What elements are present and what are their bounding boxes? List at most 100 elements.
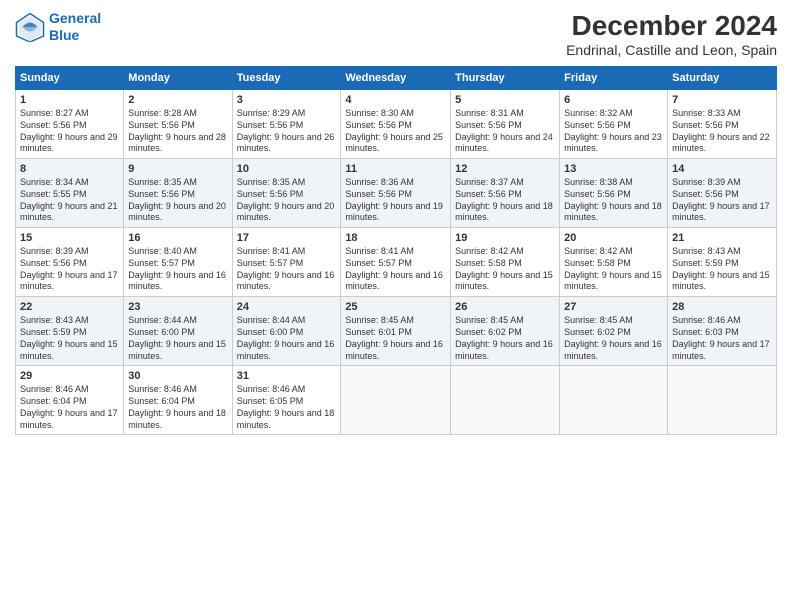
calendar-cell: 2 Sunrise: 8:28 AM Sunset: 5:56 PM Dayli… xyxy=(124,90,232,159)
main-title: December 2024 xyxy=(566,10,777,42)
logo-line2: Blue xyxy=(49,27,79,43)
day-number: 22 xyxy=(20,300,119,314)
day-number: 31 xyxy=(237,369,337,383)
calendar-cell: 16 Sunrise: 8:40 AM Sunset: 5:57 PM Dayl… xyxy=(124,228,232,297)
sunset-text: Sunset: 5:56 PM xyxy=(564,189,631,199)
sunset-text: Sunset: 5:56 PM xyxy=(672,120,739,130)
daylight-text: Daylight: 9 hours and 18 minutes. xyxy=(128,408,226,430)
sunrise-text: Sunrise: 8:39 AM xyxy=(20,246,89,256)
logo-line1: General xyxy=(49,10,101,26)
logo-text: General Blue xyxy=(49,10,101,44)
sunset-text: Sunset: 5:56 PM xyxy=(672,189,739,199)
day-number: 10 xyxy=(237,162,337,176)
calendar-cell: 1 Sunrise: 8:27 AM Sunset: 5:56 PM Dayli… xyxy=(16,90,124,159)
daylight-text: Daylight: 9 hours and 18 minutes. xyxy=(455,201,553,223)
daylight-text: Daylight: 9 hours and 16 minutes. xyxy=(455,339,553,361)
sunrise-text: Sunrise: 8:29 AM xyxy=(237,108,306,118)
sunrise-text: Sunrise: 8:33 AM xyxy=(672,108,741,118)
sunrise-text: Sunrise: 8:45 AM xyxy=(455,315,524,325)
sunrise-text: Sunrise: 8:44 AM xyxy=(237,315,306,325)
day-number: 8 xyxy=(20,162,119,176)
sunset-text: Sunset: 6:02 PM xyxy=(564,327,631,337)
calendar-cell: 13 Sunrise: 8:38 AM Sunset: 5:56 PM Dayl… xyxy=(560,159,668,228)
sunrise-text: Sunrise: 8:36 AM xyxy=(345,177,414,187)
day-number: 16 xyxy=(128,231,227,245)
sunset-text: Sunset: 6:04 PM xyxy=(128,396,195,406)
sunrise-text: Sunrise: 8:44 AM xyxy=(128,315,197,325)
day-number: 1 xyxy=(20,93,119,107)
calendar-week-row-4: 22 Sunrise: 8:43 AM Sunset: 5:59 PM Dayl… xyxy=(16,297,777,366)
day-number: 18 xyxy=(345,231,446,245)
calendar-cell: 17 Sunrise: 8:41 AM Sunset: 5:57 PM Dayl… xyxy=(232,228,341,297)
sunrise-text: Sunrise: 8:35 AM xyxy=(237,177,306,187)
day-number: 9 xyxy=(128,162,227,176)
sunrise-text: Sunrise: 8:41 AM xyxy=(345,246,414,256)
calendar-week-row-1: 1 Sunrise: 8:27 AM Sunset: 5:56 PM Dayli… xyxy=(16,90,777,159)
sunset-text: Sunset: 5:56 PM xyxy=(564,120,631,130)
day-number: 2 xyxy=(128,93,227,107)
daylight-text: Daylight: 9 hours and 23 minutes. xyxy=(564,132,662,154)
daylight-text: Daylight: 9 hours and 26 minutes. xyxy=(237,132,335,154)
calendar-cell: 20 Sunrise: 8:42 AM Sunset: 5:58 PM Dayl… xyxy=(560,228,668,297)
th-tuesday: Tuesday xyxy=(232,67,341,90)
sunset-text: Sunset: 6:02 PM xyxy=(455,327,522,337)
sunrise-text: Sunrise: 8:42 AM xyxy=(455,246,524,256)
th-sunday: Sunday xyxy=(16,67,124,90)
calendar-cell: 21 Sunrise: 8:43 AM Sunset: 5:59 PM Dayl… xyxy=(668,228,777,297)
sunrise-text: Sunrise: 8:32 AM xyxy=(564,108,633,118)
calendar-cell: 5 Sunrise: 8:31 AM Sunset: 5:56 PM Dayli… xyxy=(451,90,560,159)
calendar-header: Sunday Monday Tuesday Wednesday Thursday… xyxy=(16,67,777,90)
calendar-cell xyxy=(341,366,451,435)
sunset-text: Sunset: 6:01 PM xyxy=(345,327,412,337)
calendar-cell: 18 Sunrise: 8:41 AM Sunset: 5:57 PM Dayl… xyxy=(341,228,451,297)
weekday-header-row: Sunday Monday Tuesday Wednesday Thursday… xyxy=(16,67,777,90)
daylight-text: Daylight: 9 hours and 22 minutes. xyxy=(672,132,770,154)
calendar-cell: 19 Sunrise: 8:42 AM Sunset: 5:58 PM Dayl… xyxy=(451,228,560,297)
day-number: 7 xyxy=(672,93,772,107)
daylight-text: Daylight: 9 hours and 15 minutes. xyxy=(20,339,118,361)
sunrise-text: Sunrise: 8:38 AM xyxy=(564,177,633,187)
sunset-text: Sunset: 5:57 PM xyxy=(345,258,412,268)
daylight-text: Daylight: 9 hours and 15 minutes. xyxy=(128,339,226,361)
day-number: 6 xyxy=(564,93,663,107)
calendar-week-row-3: 15 Sunrise: 8:39 AM Sunset: 5:56 PM Dayl… xyxy=(16,228,777,297)
calendar-cell xyxy=(668,366,777,435)
calendar-cell: 23 Sunrise: 8:44 AM Sunset: 6:00 PM Dayl… xyxy=(124,297,232,366)
sunset-text: Sunset: 5:56 PM xyxy=(128,120,195,130)
calendar-cell: 8 Sunrise: 8:34 AM Sunset: 5:55 PM Dayli… xyxy=(16,159,124,228)
daylight-text: Daylight: 9 hours and 17 minutes. xyxy=(20,408,118,430)
daylight-text: Daylight: 9 hours and 15 minutes. xyxy=(455,270,553,292)
sunset-text: Sunset: 5:56 PM xyxy=(237,120,304,130)
sunset-text: Sunset: 6:05 PM xyxy=(237,396,304,406)
day-number: 4 xyxy=(345,93,446,107)
sunrise-text: Sunrise: 8:45 AM xyxy=(345,315,414,325)
sunset-text: Sunset: 5:57 PM xyxy=(237,258,304,268)
day-number: 21 xyxy=(672,231,772,245)
calendar-cell: 10 Sunrise: 8:35 AM Sunset: 5:56 PM Dayl… xyxy=(232,159,341,228)
calendar-body: 1 Sunrise: 8:27 AM Sunset: 5:56 PM Dayli… xyxy=(16,90,777,435)
sunset-text: Sunset: 6:04 PM xyxy=(20,396,87,406)
sunset-text: Sunset: 5:56 PM xyxy=(455,189,522,199)
calendar-cell: 11 Sunrise: 8:36 AM Sunset: 5:56 PM Dayl… xyxy=(341,159,451,228)
sunset-text: Sunset: 5:56 PM xyxy=(128,189,195,199)
calendar-cell: 24 Sunrise: 8:44 AM Sunset: 6:00 PM Dayl… xyxy=(232,297,341,366)
calendar-cell: 26 Sunrise: 8:45 AM Sunset: 6:02 PM Dayl… xyxy=(451,297,560,366)
calendar-cell: 30 Sunrise: 8:46 AM Sunset: 6:04 PM Dayl… xyxy=(124,366,232,435)
calendar-cell: 25 Sunrise: 8:45 AM Sunset: 6:01 PM Dayl… xyxy=(341,297,451,366)
calendar-week-row-2: 8 Sunrise: 8:34 AM Sunset: 5:55 PM Dayli… xyxy=(16,159,777,228)
daylight-text: Daylight: 9 hours and 25 minutes. xyxy=(345,132,443,154)
sunrise-text: Sunrise: 8:41 AM xyxy=(237,246,306,256)
calendar-cell: 22 Sunrise: 8:43 AM Sunset: 5:59 PM Dayl… xyxy=(16,297,124,366)
sunrise-text: Sunrise: 8:28 AM xyxy=(128,108,197,118)
sunrise-text: Sunrise: 8:39 AM xyxy=(672,177,741,187)
daylight-text: Daylight: 9 hours and 16 minutes. xyxy=(564,339,662,361)
daylight-text: Daylight: 9 hours and 18 minutes. xyxy=(564,201,662,223)
sunrise-text: Sunrise: 8:37 AM xyxy=(455,177,524,187)
sunset-text: Sunset: 5:55 PM xyxy=(20,189,87,199)
daylight-text: Daylight: 9 hours and 16 minutes. xyxy=(345,270,443,292)
sunrise-text: Sunrise: 8:31 AM xyxy=(455,108,524,118)
day-number: 23 xyxy=(128,300,227,314)
day-number: 30 xyxy=(128,369,227,383)
sunrise-text: Sunrise: 8:34 AM xyxy=(20,177,89,187)
subtitle: Endrinal, Castille and Leon, Spain xyxy=(566,42,777,58)
